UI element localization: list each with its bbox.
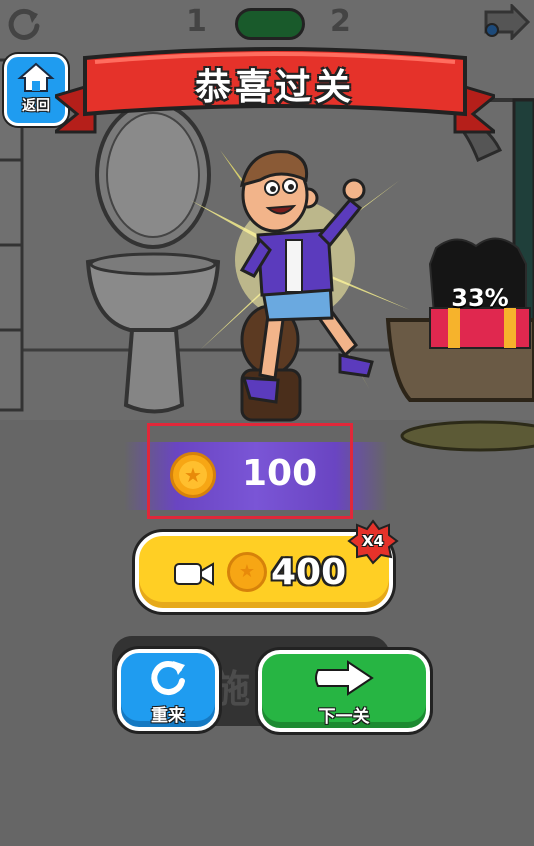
home-icon: [17, 61, 55, 93]
level-next: 2: [330, 4, 351, 39]
video-reward-amount: 400: [271, 552, 347, 593]
restart-level-icon[interactable]: [4, 4, 44, 44]
gift-progress-text: 33%: [451, 284, 509, 312]
arrow-right-icon: [314, 658, 376, 698]
retry-icon: [145, 657, 191, 699]
retry-button[interactable]: 重来: [117, 649, 219, 731]
retry-label: 重来: [151, 706, 185, 726]
skip-video-icon[interactable]: [482, 2, 531, 42]
coin-icon: ★: [227, 552, 267, 592]
next-level-label: 下一关: [318, 707, 370, 727]
multiplier-text: X4: [361, 532, 384, 550]
video-camera-icon: [173, 560, 215, 588]
next-level-button[interactable]: 下一关: [258, 650, 430, 732]
banner-title: 恭喜过关: [194, 67, 355, 108]
level-current: 1: [186, 4, 207, 39]
multiplier-badge: X4: [347, 519, 399, 565]
celebrating-character: [190, 150, 410, 422]
gift-progress[interactable]: 33%: [426, 228, 534, 354]
reward-highlight-box: [147, 423, 353, 519]
game-stage: 1 2 返回 恭喜过关 33% ★ 100 ★ 400 X4 施 重来 下一关: [0, 0, 534, 846]
